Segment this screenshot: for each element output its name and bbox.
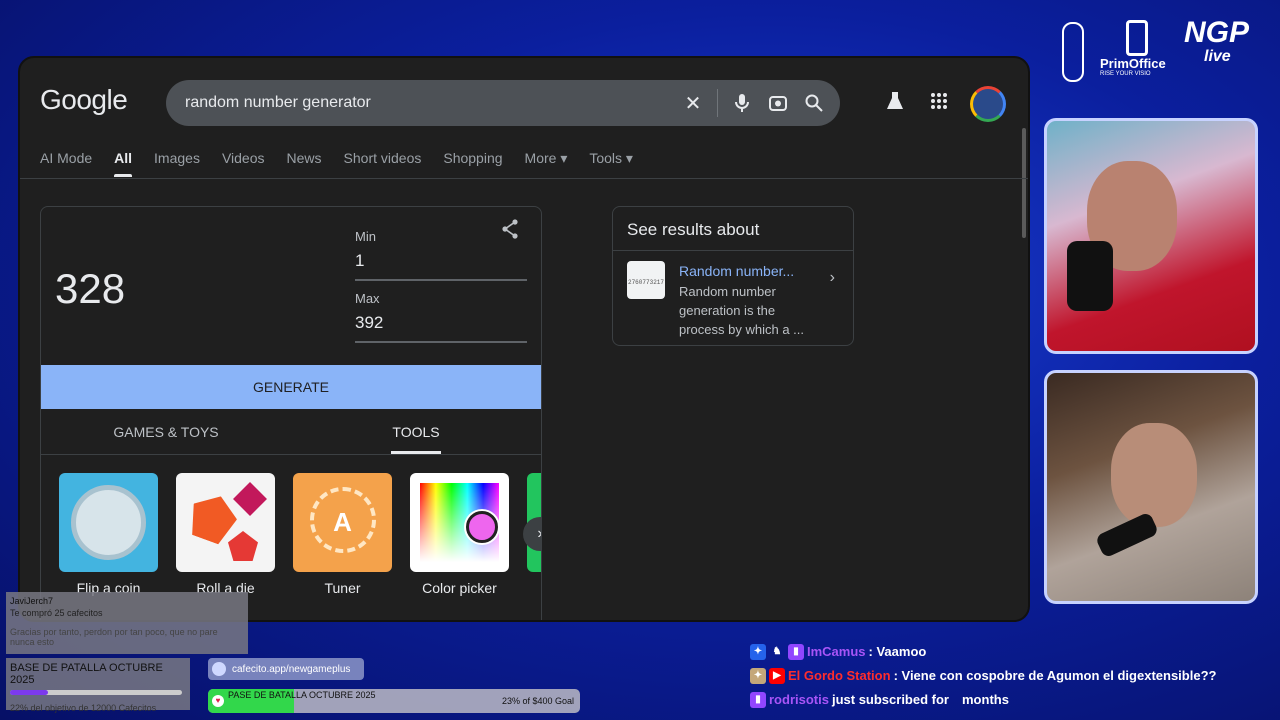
goal2-percent: 23% of $400 Goal bbox=[501, 696, 574, 706]
tab-images[interactable]: Images bbox=[154, 150, 200, 177]
search-input[interactable]: random number generator bbox=[166, 94, 675, 112]
labs-flask-icon[interactable] bbox=[882, 91, 908, 117]
chat-username: rodrisotis bbox=[769, 692, 829, 707]
tab-short-videos[interactable]: Short videos bbox=[344, 150, 422, 177]
tuner-letter: A bbox=[333, 507, 352, 537]
kp-item[interactable]: 2760773217 Random number... Random numbe… bbox=[613, 251, 853, 349]
chat-message: ✦ ♞ ▮ ImCamus : Vaamoo bbox=[750, 640, 1216, 664]
chat-username: ImCamus bbox=[807, 644, 866, 659]
chat-text: : Vaamoo bbox=[868, 644, 927, 659]
chat-message: ✦ ▶ El Gordo Station : Viene con cospobr… bbox=[750, 664, 1216, 688]
scrollbar[interactable] bbox=[1022, 128, 1026, 238]
tile-roll-die[interactable]: Roll a die bbox=[176, 473, 275, 596]
brand-logo-left bbox=[1062, 22, 1084, 82]
dice-icon bbox=[176, 473, 275, 572]
goal-battle-pass: ♥ PASE DE BATALLA OCTUBRE 2025 23% of $4… bbox=[208, 689, 580, 713]
tile-flip-coin[interactable]: Flip a coin bbox=[59, 473, 158, 596]
tab-ai-mode[interactable]: AI Mode bbox=[40, 150, 92, 177]
tab-tools[interactable]: Tools ▾ bbox=[589, 150, 633, 177]
chat-text: : Viene con cospobre de Agumon el digext… bbox=[893, 668, 1217, 683]
goal-cafecitos: BASE DE PATALLA OCTUBRE 2025 22% del obj… bbox=[6, 658, 190, 713]
donation-alert: JaviJerch7 Te compró 25 cafecitos Gracia… bbox=[6, 592, 248, 654]
tile-tuner[interactable]: A Tuner bbox=[293, 473, 392, 596]
generate-button[interactable]: GENERATE bbox=[41, 365, 541, 409]
webcam-bottom bbox=[1044, 370, 1258, 604]
header-divider bbox=[20, 178, 1028, 179]
clear-icon[interactable]: ✕ bbox=[675, 85, 711, 121]
tab-shopping[interactable]: Shopping bbox=[443, 150, 502, 177]
header-actions bbox=[882, 86, 1006, 122]
twitch-icon: ▮ bbox=[750, 692, 766, 708]
tile-color-picker[interactable]: Color picker bbox=[410, 473, 509, 596]
brand-primoffice-label: PrimOffice bbox=[1100, 56, 1166, 71]
twitch-icon: ▮ bbox=[788, 644, 804, 660]
kp-item-desc: Random number generation is the process … bbox=[679, 284, 804, 337]
donation-amount: Te compró 25 cafecitos bbox=[10, 608, 103, 618]
search-divider bbox=[717, 89, 718, 117]
kp-title: See results about bbox=[613, 207, 853, 251]
color-picker-icon bbox=[410, 473, 509, 572]
tile-label: Tuner bbox=[324, 580, 361, 596]
brand-ngp: NGP live bbox=[1184, 18, 1249, 66]
goal-progress-fill bbox=[10, 690, 48, 695]
youtube-icon: ▶ bbox=[769, 668, 785, 684]
badge-icon: ✦ bbox=[750, 644, 766, 660]
google-logo[interactable]: Google bbox=[40, 84, 128, 116]
goal-title: BASE DE PATALLA OCTUBRE 2025 bbox=[10, 662, 163, 686]
subtab-games-toys[interactable]: GAMES & TOYS bbox=[41, 409, 291, 454]
rng-result: 328 bbox=[55, 265, 126, 312]
donation-message: Gracias por tanto, perdon por tan poco, … bbox=[10, 627, 218, 647]
rng-widget: 328 Min 1 Max 392 GENERATE GAMES & TOYS … bbox=[40, 206, 542, 620]
brand-primoffice-sub: RISE YOUR VISIO bbox=[1100, 71, 1151, 77]
chevron-right-icon[interactable]: › bbox=[830, 269, 835, 287]
subtab-tools[interactable]: TOOLS bbox=[291, 409, 541, 454]
tab-all[interactable]: All bbox=[114, 150, 132, 177]
knowledge-panel: See results about 2760773217 Random numb… bbox=[612, 206, 854, 346]
tool-tiles: Flip a coin Roll a die A Tuner Color pic… bbox=[59, 473, 541, 596]
tab-news[interactable]: News bbox=[287, 150, 322, 177]
brand-ngp-label: NGP bbox=[1184, 16, 1250, 49]
browser-window: Google random number generator ✕ AI Mode… bbox=[18, 56, 1030, 622]
search-icon[interactable] bbox=[796, 85, 832, 121]
stream-chat: ✦ ♞ ▮ ImCamus : Vaamoo ✦ ▶ El Gordo Stat… bbox=[750, 640, 1216, 712]
account-avatar[interactable] bbox=[970, 86, 1006, 122]
apps-grid-icon[interactable] bbox=[926, 92, 952, 116]
tuner-icon: A bbox=[293, 473, 392, 572]
tile-label: Color picker bbox=[422, 580, 497, 596]
min-input[interactable]: 1 bbox=[355, 251, 527, 281]
coin-icon bbox=[59, 473, 158, 572]
chat-message: ▮ rodrisotis just subscribed for months bbox=[750, 688, 1216, 712]
camera-lens-icon[interactable] bbox=[760, 85, 796, 121]
rng-subtabs: GAMES & TOYS TOOLS bbox=[41, 409, 541, 455]
badge-icon: ✦ bbox=[750, 668, 766, 684]
microphone-icon[interactable] bbox=[724, 85, 760, 121]
cafecito-icon bbox=[212, 662, 226, 676]
tab-videos[interactable]: Videos bbox=[222, 150, 265, 177]
chat-text: just subscribed for bbox=[831, 692, 949, 707]
goal2-title: PASE DE BATALLA OCTUBRE 2025 bbox=[228, 690, 376, 700]
kp-thumbnail: 2760773217 bbox=[627, 261, 665, 299]
donation-user: JaviJerch7 bbox=[10, 596, 54, 606]
goal-progress-bar bbox=[10, 690, 182, 695]
webcam-top bbox=[1044, 118, 1258, 354]
brand-primoffice: PrimOffice RISE YOUR VISIO bbox=[1100, 20, 1172, 77]
headset-icon bbox=[1067, 241, 1113, 311]
min-label: Min bbox=[355, 229, 376, 244]
chat-text-months: months bbox=[962, 692, 1009, 707]
mask-badge-icon: ♞ bbox=[772, 646, 782, 657]
brand-ngp-sub: live bbox=[1204, 48, 1231, 65]
search-tabs: AI Mode All Images Videos News Short vid… bbox=[40, 150, 633, 177]
max-label: Max bbox=[355, 291, 380, 306]
goal-subtitle: 22% del objetivo de 12000 Cafecitos bbox=[10, 703, 157, 713]
kp-item-title[interactable]: Random number... bbox=[679, 263, 811, 279]
cafecito-url: cafecito.app/newgameplus bbox=[232, 663, 351, 675]
heart-icon: ♥ bbox=[212, 695, 224, 707]
tab-more[interactable]: More ▾ bbox=[525, 150, 568, 177]
streamer-face bbox=[1111, 423, 1197, 527]
max-input[interactable]: 392 bbox=[355, 313, 527, 343]
share-icon[interactable] bbox=[501, 219, 519, 244]
search-bar[interactable]: random number generator ✕ bbox=[166, 80, 840, 126]
chat-username: El Gordo Station bbox=[788, 668, 891, 683]
cafecito-link: cafecito.app/newgameplus bbox=[208, 658, 364, 680]
